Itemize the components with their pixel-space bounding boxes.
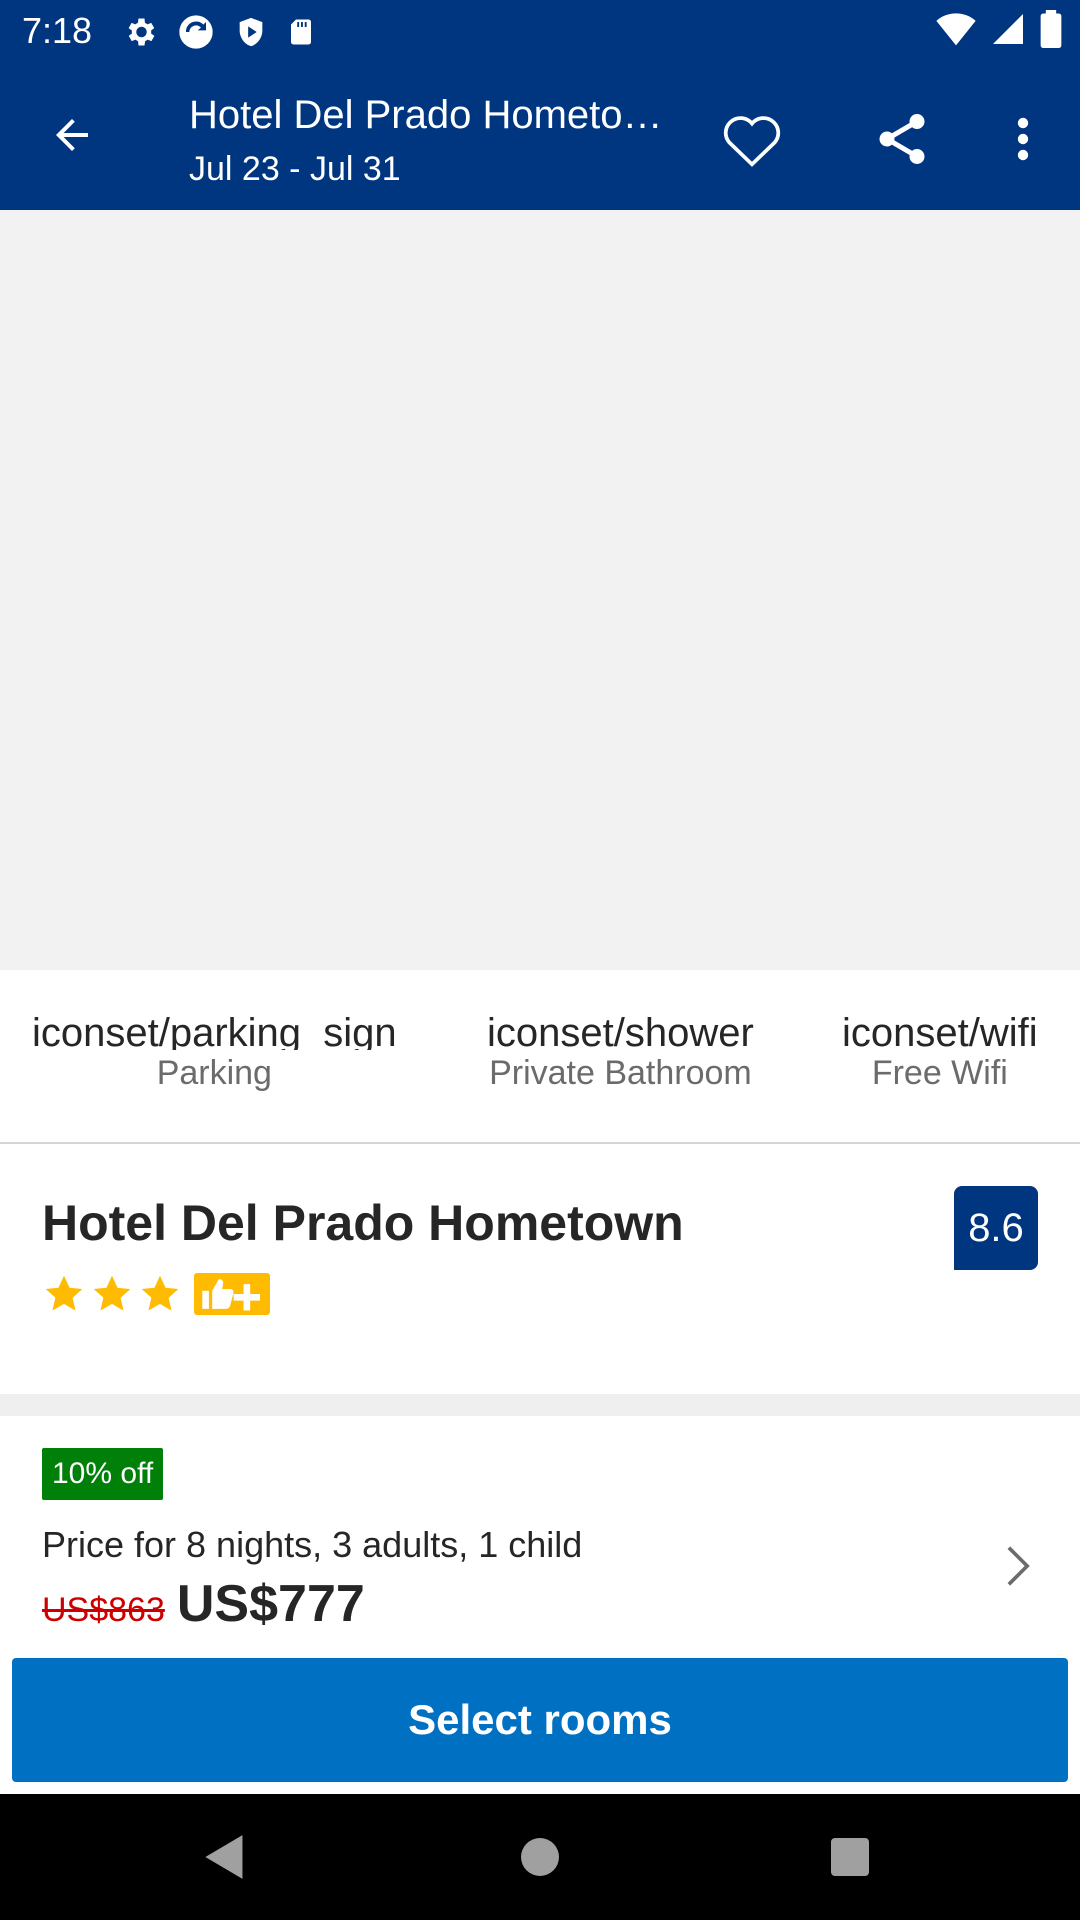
shield-icon: [239, 17, 263, 47]
star-rating: [42, 1272, 270, 1316]
page-title: Hotel Del Prado Hometo…: [189, 93, 663, 137]
hotel-name: Hotel Del Prado Hometown: [42, 1195, 684, 1251]
parking-icon: iconset/parking_sign: [32, 1011, 397, 1050]
facility-wifi: iconset/wifi Free Wifi: [842, 1010, 1038, 1094]
discount-badge: 10% off: [42, 1448, 164, 1500]
facility-parking: iconset/parking_sign Parking: [32, 1010, 397, 1094]
price-summary[interactable]: 10% off Price for 8 nights, 3 adults, 1 …: [0, 1416, 1080, 1648]
select-rooms-button[interactable]: Select rooms: [12, 1658, 1068, 1782]
back-button[interactable]: [40, 103, 104, 167]
status-icons-left: [122, 12, 316, 52]
more-options-button[interactable]: [1000, 101, 1046, 177]
back-arrow-icon: [56, 119, 88, 151]
facility-label: Parking: [156, 1054, 272, 1092]
battery-icon: [1040, 10, 1062, 48]
facilities-row: iconset/parking_sign Parking iconset/sho…: [0, 970, 1080, 1144]
price-row: US$863 US$777: [42, 1574, 365, 1634]
gear-icon: [128, 18, 155, 46]
chevron-right-icon: [1007, 1546, 1030, 1586]
nav-home-button[interactable]: [505, 1824, 575, 1890]
nav-recents-icon: [831, 1838, 869, 1876]
status-bar: 7:18: [0, 0, 1080, 63]
star-icon: [45, 1275, 83, 1311]
app-bar: Hotel Del Prado Hometo… Jul 23 - Jul 31: [0, 63, 1080, 210]
thumbs-up-plus-icon: [202, 1279, 261, 1311]
nav-back-button[interactable]: [190, 1824, 260, 1890]
facility-shower: iconset/shower Private Bathroom: [487, 1010, 754, 1094]
facility-label: Private Bathroom: [489, 1054, 752, 1092]
wifi-icon: iconset/wifi: [842, 1011, 1038, 1050]
title-block: Hotel Del Prado Hometo… Jul 23 - Jul 31: [189, 91, 679, 191]
nav-back-icon: [205, 1835, 243, 1879]
nav-home-icon: [521, 1838, 559, 1876]
status-icons-right: [936, 10, 1062, 48]
discounted-price: US$777: [176, 1575, 365, 1633]
review-score[interactable]: 8.6: [954, 1186, 1038, 1270]
star-icon: [141, 1275, 179, 1311]
original-price: US$863: [42, 1591, 165, 1629]
signal-icon: [993, 14, 1023, 44]
section-divider: [0, 1394, 1080, 1416]
heart-icon: [723, 116, 781, 167]
nav-recents-button[interactable]: [815, 1824, 885, 1890]
share-button[interactable]: [862, 101, 942, 177]
sd-card-icon: [291, 19, 311, 45]
favorite-button[interactable]: [712, 101, 792, 177]
facility-label: Free Wifi: [871, 1054, 1008, 1092]
share-icon: [879, 114, 925, 164]
wifi-icon: [936, 13, 976, 46]
status-time: 7:18: [22, 10, 93, 51]
hotel-photo[interactable]: [0, 210, 1080, 970]
preferred-badge: [194, 1273, 270, 1315]
system-nav-bar: [0, 1794, 1080, 1920]
more-vert-icon: [1017, 117, 1029, 161]
star-icon: [93, 1275, 131, 1311]
date-range: Jul 23 - Jul 31: [189, 150, 401, 188]
sync-icon: [179, 15, 213, 49]
price-description: Price for 8 nights, 3 adults, 1 child: [42, 1524, 583, 1565]
shower-icon: iconset/shower: [487, 1011, 754, 1050]
hotel-info: Hotel Del Prado Hometown 8.6: [0, 1144, 1080, 1394]
